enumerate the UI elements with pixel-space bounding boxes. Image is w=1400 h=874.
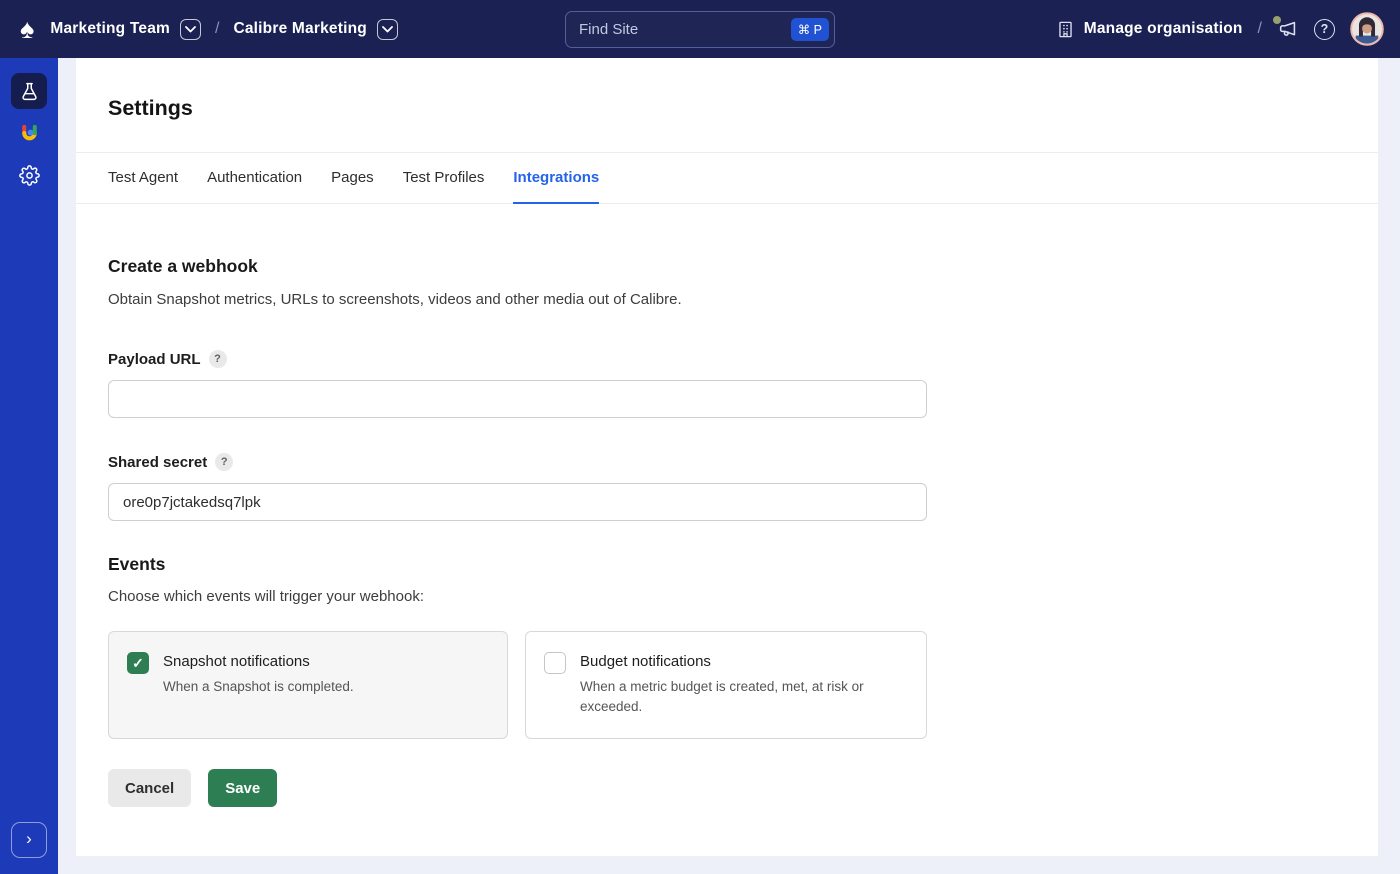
top-navigation-bar: ♠ Marketing Team / Calibre Marketing ⌘ P… — [0, 0, 1400, 58]
gear-icon — [19, 165, 40, 186]
manage-organisation-label: Manage organisation — [1084, 20, 1243, 38]
payload-url-label-row: Payload URL ? — [108, 350, 1346, 368]
topbar-separator: / — [1258, 20, 1262, 38]
question-mark-icon: ? — [1321, 22, 1329, 36]
tab-pages[interactable]: Pages — [331, 153, 374, 204]
tab-authentication[interactable]: Authentication — [207, 153, 302, 204]
webhook-description: Obtain Snapshot metrics, URLs to screens… — [108, 291, 1346, 308]
check-icon: ✓ — [132, 655, 144, 672]
announcements-button[interactable] — [1277, 18, 1299, 40]
event-option-title: Snapshot notifications — [163, 653, 354, 670]
left-sidebar: › — [0, 58, 58, 874]
topbar-right-cluster: Manage organisation / ? — [1056, 12, 1384, 46]
chevron-right-icon: › — [26, 829, 32, 849]
event-option-title: Budget notifications — [580, 653, 900, 670]
sidebar-item-pulse[interactable] — [11, 115, 47, 151]
notification-dot — [1273, 16, 1281, 24]
help-button[interactable]: ? — [1314, 19, 1335, 40]
building-icon — [1056, 20, 1075, 39]
sidebar-item-tests[interactable] — [11, 73, 47, 109]
event-option-description: When a Snapshot is completed. — [163, 677, 354, 697]
event-option-description: When a metric budget is created, met, at… — [580, 677, 900, 716]
chevron-down-icon — [185, 26, 196, 33]
tab-integrations[interactable]: Integrations — [513, 153, 599, 204]
events-description: Choose which events will trigger your we… — [108, 588, 1346, 605]
snapshot-notifications-checkbox[interactable]: ✓ — [127, 652, 149, 674]
payload-url-input[interactable] — [108, 380, 927, 418]
integrations-panel: Create a webhook Obtain Snapshot metrics… — [76, 204, 1378, 807]
find-site-search[interactable]: ⌘ P — [565, 11, 835, 48]
shared-secret-input[interactable] — [108, 483, 927, 521]
event-option-snapshot-notifications[interactable]: ✓ Snapshot notifications When a Snapshot… — [108, 631, 508, 739]
user-avatar[interactable] — [1350, 12, 1384, 46]
payload-url-label: Payload URL — [108, 351, 201, 368]
settings-page: Settings Test Agent Authentication Pages… — [76, 58, 1378, 856]
events-heading: Events — [108, 554, 1346, 575]
site-switcher-button[interactable] — [377, 19, 398, 40]
save-button[interactable]: Save — [208, 769, 277, 807]
sidebar-item-settings[interactable] — [11, 157, 47, 193]
webhook-heading: Create a webhook — [108, 256, 1346, 277]
find-site-input[interactable] — [579, 21, 791, 38]
chevron-down-icon — [382, 26, 393, 33]
event-option-budget-notifications[interactable]: ✓ Budget notifications When a metric bud… — [525, 631, 927, 739]
flask-icon — [19, 81, 40, 102]
calibre-logo-spade-icon[interactable]: ♠ — [20, 16, 34, 43]
team-breadcrumb[interactable]: Marketing Team — [50, 20, 170, 38]
tab-test-profiles[interactable]: Test Profiles — [403, 153, 485, 204]
search-shortcut-badge: ⌘ P — [791, 18, 829, 41]
form-actions: Cancel Save — [108, 769, 1346, 807]
breadcrumb-separator: / — [215, 20, 219, 38]
shared-secret-label: Shared secret — [108, 454, 207, 471]
tab-test-agent[interactable]: Test Agent — [108, 153, 178, 204]
settings-tab-bar: Test Agent Authentication Pages Test Pro… — [76, 152, 1378, 204]
payload-url-help-icon[interactable]: ? — [209, 350, 227, 368]
event-options: ✓ Snapshot notifications When a Snapshot… — [108, 631, 1346, 739]
pulse-icon — [19, 123, 40, 144]
sidebar-expand-button[interactable]: › — [11, 822, 47, 858]
shared-secret-label-row: Shared secret ? — [108, 453, 1346, 471]
cancel-button[interactable]: Cancel — [108, 769, 191, 807]
site-breadcrumb[interactable]: Calibre Marketing — [233, 20, 366, 38]
shared-secret-help-icon[interactable]: ? — [215, 453, 233, 471]
manage-organisation-link[interactable]: Manage organisation — [1056, 20, 1243, 39]
page-title: Settings — [76, 58, 1378, 121]
team-switcher-button[interactable] — [180, 19, 201, 40]
budget-notifications-checkbox[interactable]: ✓ — [544, 652, 566, 674]
